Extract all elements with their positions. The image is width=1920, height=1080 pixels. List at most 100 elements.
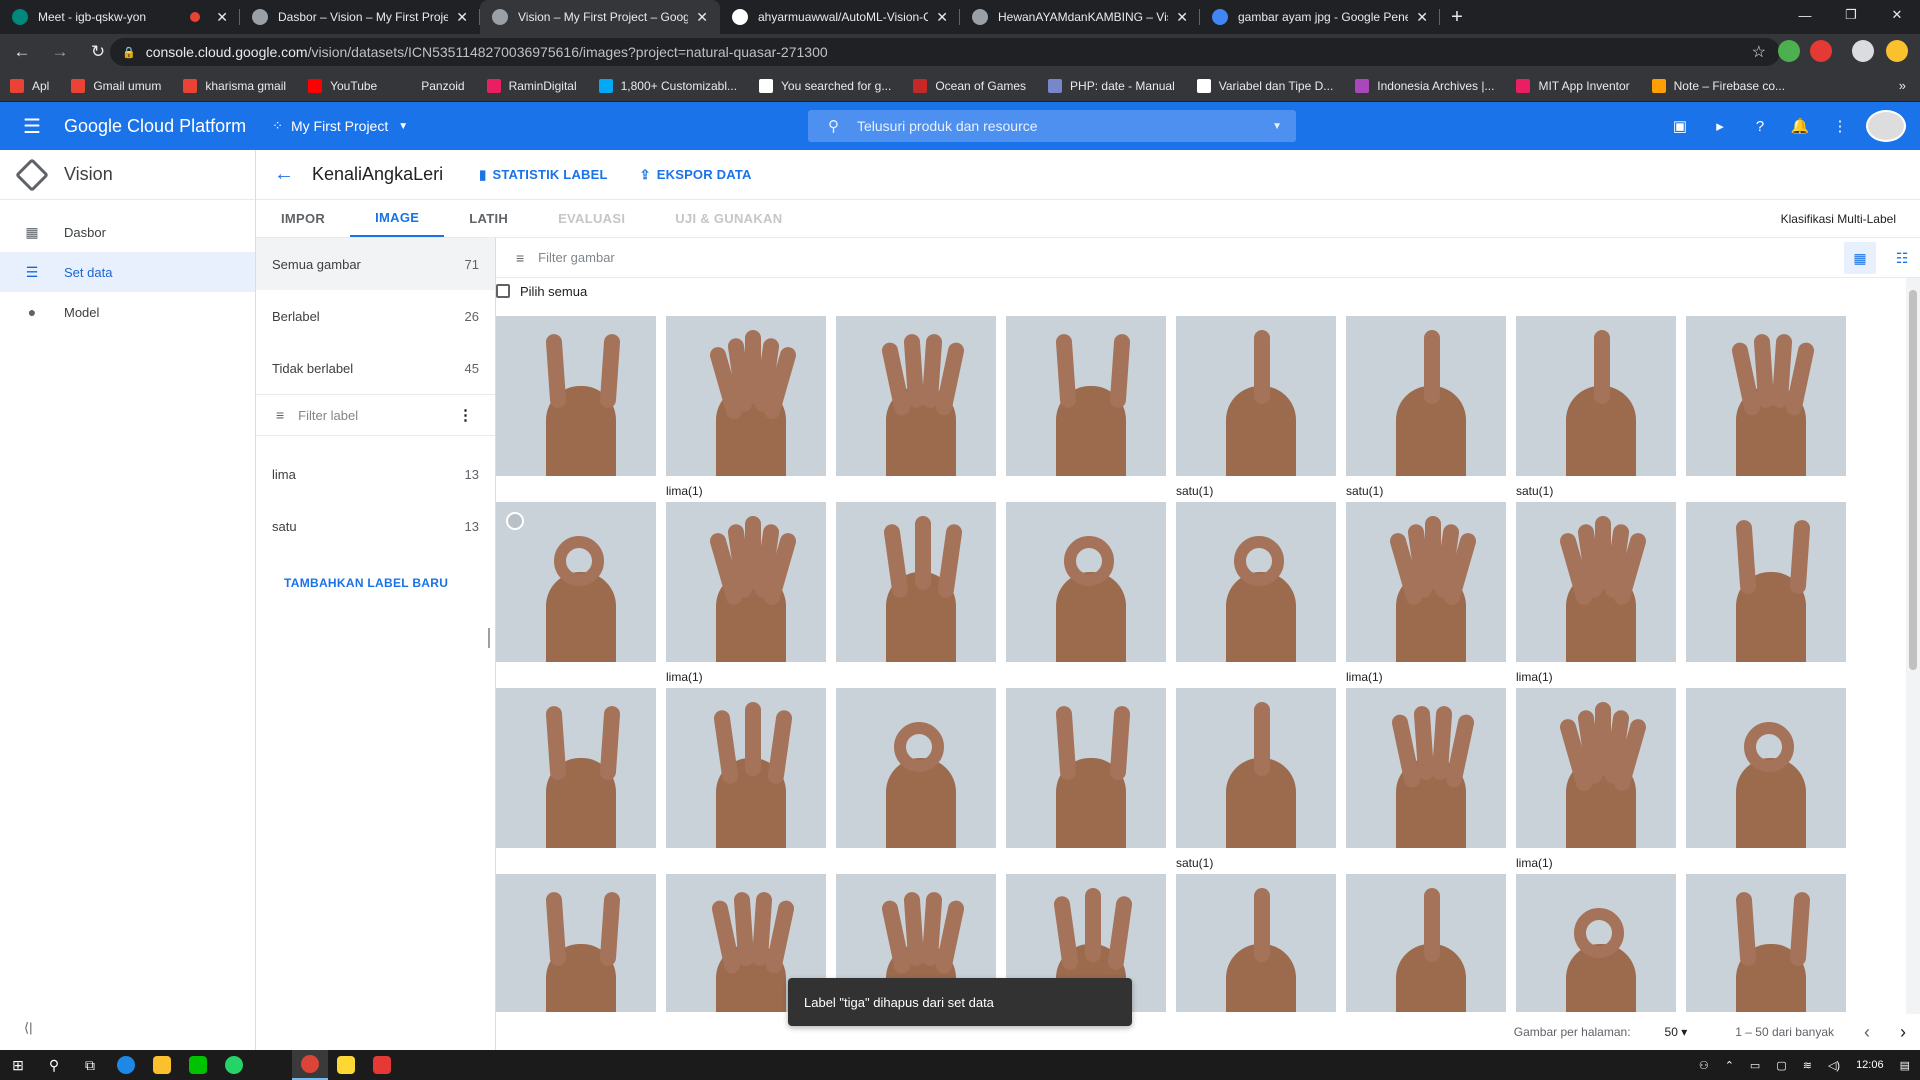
image-group-item[interactable]: Berlabel 26 — [256, 290, 495, 342]
filter-label-input[interactable]: ≡ Filter label ⋮ — [256, 394, 495, 436]
help-icon[interactable]: ? — [1740, 118, 1780, 135]
search-icon[interactable]: ⚲ — [36, 1050, 72, 1080]
browser-tab[interactable]: ahyarmuawwal/AutoML-Vision-C ✕ — [720, 0, 960, 34]
export-data-button[interactable]: ⇪ EKSPOR DATA — [640, 167, 752, 183]
display-icon[interactable]: ▢ — [1776, 1059, 1786, 1072]
app-icon[interactable] — [364, 1050, 400, 1080]
chrome-icon[interactable] — [292, 1050, 328, 1080]
select-all-row[interactable]: Pilih semua — [496, 278, 1920, 304]
image-thumbnail[interactable] — [1176, 316, 1336, 476]
image-thumbnail[interactable] — [666, 502, 826, 662]
image-thumbnail[interactable] — [836, 688, 996, 848]
windows-start-icon[interactable]: ⊞ — [0, 1050, 36, 1080]
image-thumbnail[interactable] — [1346, 502, 1506, 662]
bookmark-item[interactable]: Ocean of Games — [913, 78, 1026, 93]
filter-images-input[interactable]: ≡ Filter gambar ▦ ☷ — [496, 238, 1920, 278]
minimize-icon[interactable]: — — [1782, 0, 1828, 30]
image-thumbnail[interactable] — [1346, 688, 1506, 848]
bookmark-item[interactable]: Note – Firebase co... — [1651, 78, 1785, 93]
image-thumbnail[interactable] — [496, 316, 656, 476]
back-nav-icon[interactable]: ← — [6, 36, 38, 68]
battery-icon[interactable]: ▭ — [1750, 1059, 1760, 1072]
search-dropdown-icon[interactable]: ▼ — [1272, 121, 1282, 132]
search-input[interactable]: ⚲ Telusuri produk dan resource ▼ — [808, 110, 1296, 142]
extension-icon[interactable] — [1778, 40, 1800, 62]
image-thumbnail[interactable] — [1176, 502, 1336, 662]
prev-page-icon[interactable]: ‹ — [1864, 1022, 1870, 1043]
next-page-icon[interactable]: › — [1900, 1022, 1906, 1043]
bookmark-item[interactable]: 1,800+ Customizabl... — [598, 78, 737, 93]
cloud-shell-icon[interactable]: ▸ — [1700, 117, 1740, 135]
close-tab-icon[interactable]: ✕ — [456, 9, 468, 26]
gift-icon[interactable]: ▣ — [1660, 117, 1700, 135]
label-item[interactable]: satu 13 — [256, 500, 495, 552]
image-thumbnail[interactable] — [1516, 502, 1676, 662]
bookmark-item[interactable]: kharisma gmail — [183, 78, 286, 93]
bookmark-star-icon[interactable]: ☆ — [1752, 42, 1766, 62]
url-field[interactable]: 🔒 console.cloud.google.com/vision/datase… — [110, 38, 1780, 66]
account-icon[interactable] — [1886, 40, 1908, 62]
product-title[interactable]: Google Cloud Platform — [64, 116, 246, 137]
close-tab-icon[interactable]: ✕ — [936, 9, 948, 26]
tab-latih[interactable]: LATIH — [444, 200, 533, 237]
bookmark-item[interactable]: You searched for g... — [759, 78, 891, 93]
bookmark-item[interactable]: RaminDigital — [486, 78, 577, 93]
close-tab-icon[interactable]: ✕ — [696, 9, 708, 26]
select-image-radio[interactable] — [506, 512, 524, 530]
image-thumbnail[interactable] — [1346, 874, 1506, 1012]
more-vert-icon[interactable]: ⋮ — [458, 406, 473, 424]
image-thumbnail[interactable] — [496, 874, 656, 1012]
browser-tab[interactable]: HewanAYAMdanKAMBING – Visi ✕ — [960, 0, 1200, 34]
bookmark-item[interactable]: MIT App Inventor — [1516, 78, 1630, 93]
bookmark-item[interactable]: Gmail umum — [71, 78, 161, 93]
image-thumbnail[interactable] — [836, 502, 996, 662]
back-arrow-icon[interactable]: ← — [256, 163, 312, 186]
edge-icon[interactable] — [108, 1050, 144, 1080]
grid-view-icon[interactable]: ▦ — [1844, 242, 1876, 274]
image-thumbnail[interactable] — [1516, 688, 1676, 848]
image-thumbnail[interactable] — [1176, 688, 1336, 848]
image-group-item[interactable]: Tidak berlabel 45 — [256, 342, 495, 394]
avatar[interactable] — [1866, 110, 1906, 142]
image-thumbnail[interactable] — [836, 316, 996, 476]
bookmark-item[interactable]: Indonesia Archives |... — [1355, 78, 1494, 93]
profile-avatar[interactable] — [1852, 40, 1874, 62]
more-bookmarks-icon[interactable]: » — [1899, 78, 1906, 93]
tray-chevron-icon[interactable]: ⌃ — [1725, 1059, 1734, 1072]
line-icon[interactable] — [180, 1050, 216, 1080]
add-label-button[interactable]: TAMBAHKAN LABEL BARU — [284, 576, 495, 590]
select-all-checkbox[interactable] — [496, 284, 510, 298]
scrollbar-thumb[interactable] — [1909, 290, 1917, 670]
per-page-select[interactable]: 50 ▾ — [1665, 1025, 1688, 1039]
file-explorer-icon[interactable] — [144, 1050, 180, 1080]
menu-icon[interactable]: ☰ — [0, 102, 64, 150]
image-thumbnail[interactable] — [1686, 502, 1846, 662]
image-thumbnail[interactable] — [1686, 874, 1846, 1012]
adblock-icon[interactable] — [1810, 40, 1832, 62]
image-thumbnail[interactable] — [666, 688, 826, 848]
image-thumbnail[interactable] — [1516, 316, 1676, 476]
browser-tab[interactable]: Vision – My First Project – Googl ✕ — [480, 0, 720, 34]
more-vert-icon[interactable]: ⋮ — [1820, 117, 1860, 135]
bookmark-item[interactable]: Variabel dan Tipe D... — [1196, 78, 1333, 93]
people-icon[interactable]: ⚇ — [1699, 1059, 1709, 1072]
image-thumbnail[interactable] — [1516, 874, 1676, 1012]
image-thumbnail[interactable] — [1006, 688, 1166, 848]
collapse-nav-icon[interactable]: ⟨| — [24, 1020, 32, 1036]
bookmark-item[interactable]: YouTube — [308, 78, 377, 93]
restore-icon[interactable]: ❐ — [1828, 0, 1874, 30]
browser-tab[interactable]: Meet - igb-qskw-yon ✕ — [0, 0, 240, 34]
whatsapp-icon[interactable] — [216, 1050, 252, 1080]
clock[interactable]: 12:06 — [1856, 1059, 1884, 1071]
new-tab-icon[interactable]: + — [1440, 0, 1474, 34]
close-tab-icon[interactable]: ✕ — [1176, 9, 1188, 26]
notifications-icon[interactable]: 🔔 — [1780, 117, 1820, 135]
forward-nav-icon[interactable]: → — [44, 36, 76, 68]
tab-image[interactable]: IMAGE — [350, 200, 445, 237]
image-thumbnail[interactable] — [1346, 316, 1506, 476]
panel-resize-handle[interactable] — [488, 628, 490, 648]
notification-center-icon[interactable]: ▤ — [1900, 1059, 1910, 1072]
nav-item-dashboard[interactable]: ▦ Dasbor — [0, 212, 255, 252]
nav-item-list[interactable]: ☰ Set data — [0, 252, 255, 292]
list-view-icon[interactable]: ☷ — [1886, 242, 1918, 274]
